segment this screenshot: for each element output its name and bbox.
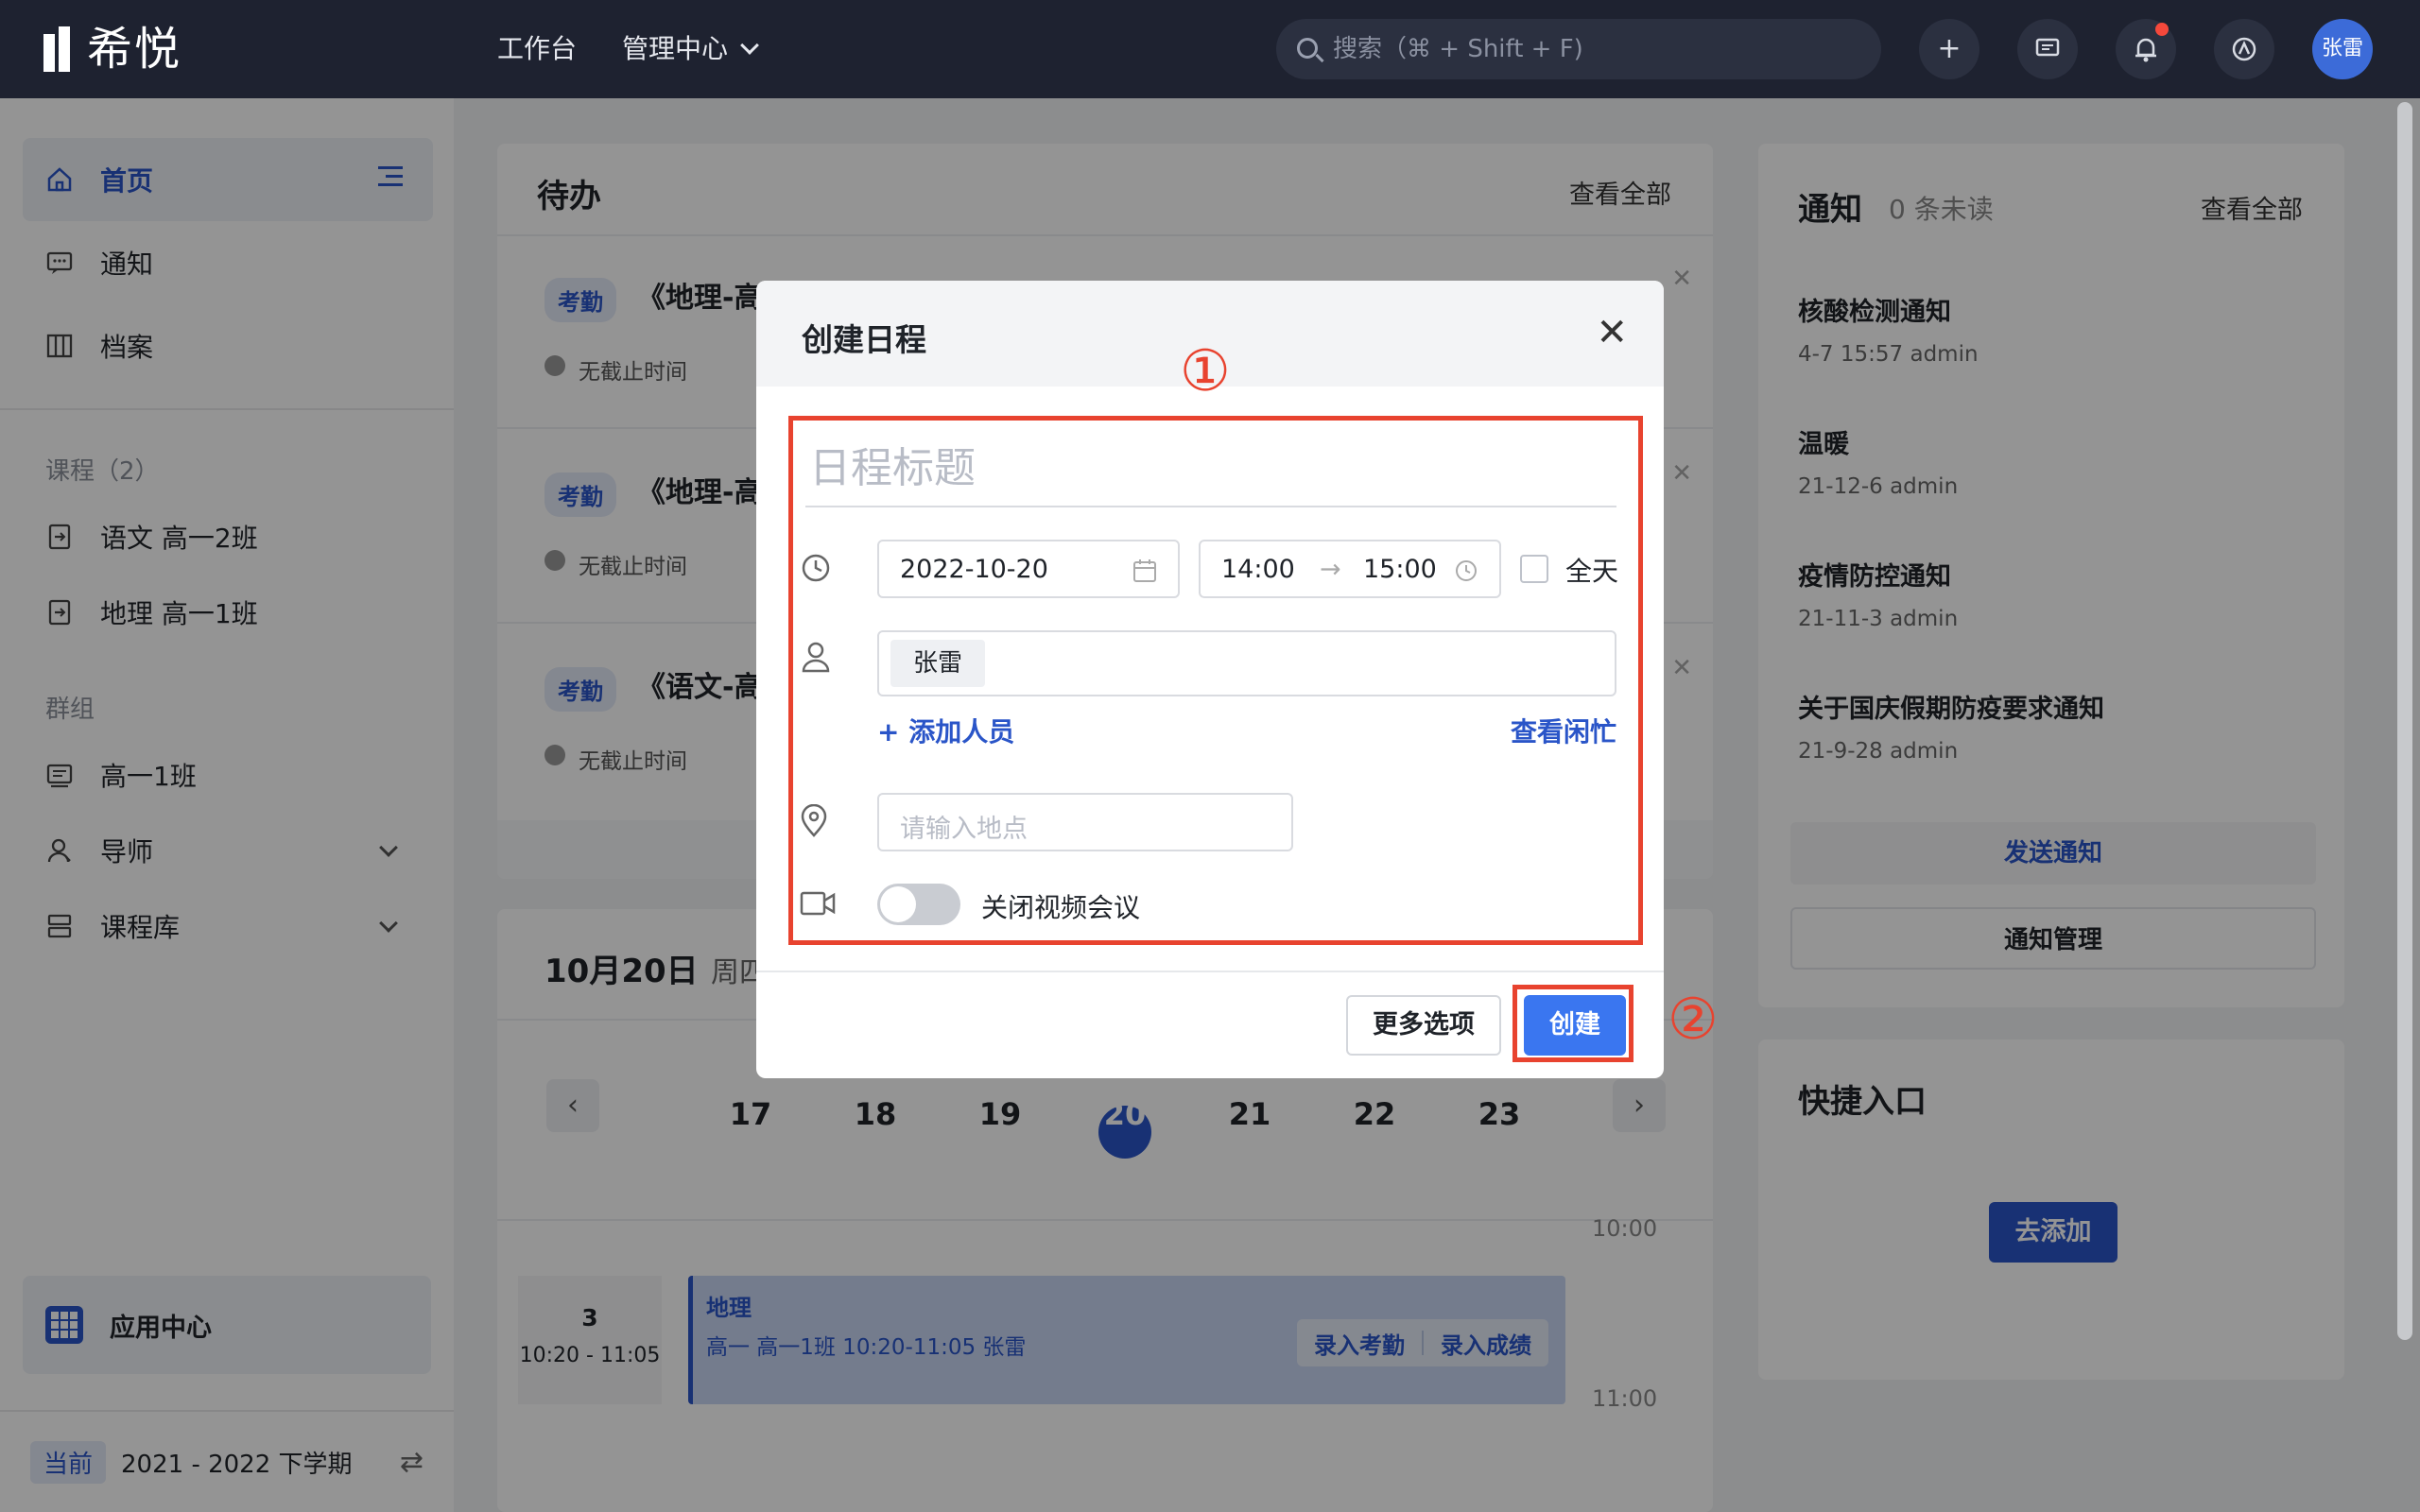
messages-button[interactable] [2017, 19, 2078, 79]
modal-footer-divider [756, 971, 1664, 972]
search-input[interactable]: 搜索（⌘ + Shift + F) [1276, 19, 1881, 79]
chat-icon [2035, 38, 2060, 57]
search-icon [1297, 38, 1318, 59]
logo-icon [43, 26, 78, 72]
notifications-button[interactable] [2116, 19, 2176, 79]
close-icon[interactable]: ✕ [1596, 311, 1628, 354]
chevron-down-icon [740, 36, 759, 55]
annotation-step2-label: ② [1668, 987, 1719, 1053]
page-scrollbar[interactable] [2397, 102, 2412, 1340]
more-options-button[interactable]: 更多选项 [1346, 995, 1501, 1056]
assistant-icon [2232, 37, 2256, 61]
user-avatar[interactable]: 张雷 [2312, 19, 2373, 79]
annotation-box-step1 [788, 416, 1643, 945]
annotation-box-step2 [1512, 985, 1634, 1062]
nav-admin-center[interactable]: 管理中心 [622, 28, 759, 70]
notification-dot [2155, 23, 2169, 36]
top-bar: 希悦 工作台 管理中心 搜索（⌘ + Shift + F) + 张雷 [0, 0, 2420, 98]
app-logo[interactable]: 希悦 [43, 23, 182, 76]
top-nav: 工作台 管理中心 [497, 28, 759, 70]
nav-admin-center-label: 管理中心 [622, 33, 729, 64]
ai-assistant-button[interactable] [2214, 19, 2274, 79]
annotation-step1-label: ① [1180, 338, 1231, 404]
nav-workbench[interactable]: 工作台 [497, 28, 577, 70]
search-placeholder: 搜索（⌘ + Shift + F) [1333, 35, 1583, 63]
logo-text: 希悦 [87, 23, 182, 76]
add-button[interactable]: + [1919, 19, 1979, 79]
plus-icon: + [1937, 32, 1962, 65]
bell-icon [2135, 38, 2156, 62]
modal-title: 创建日程 [802, 321, 926, 358]
